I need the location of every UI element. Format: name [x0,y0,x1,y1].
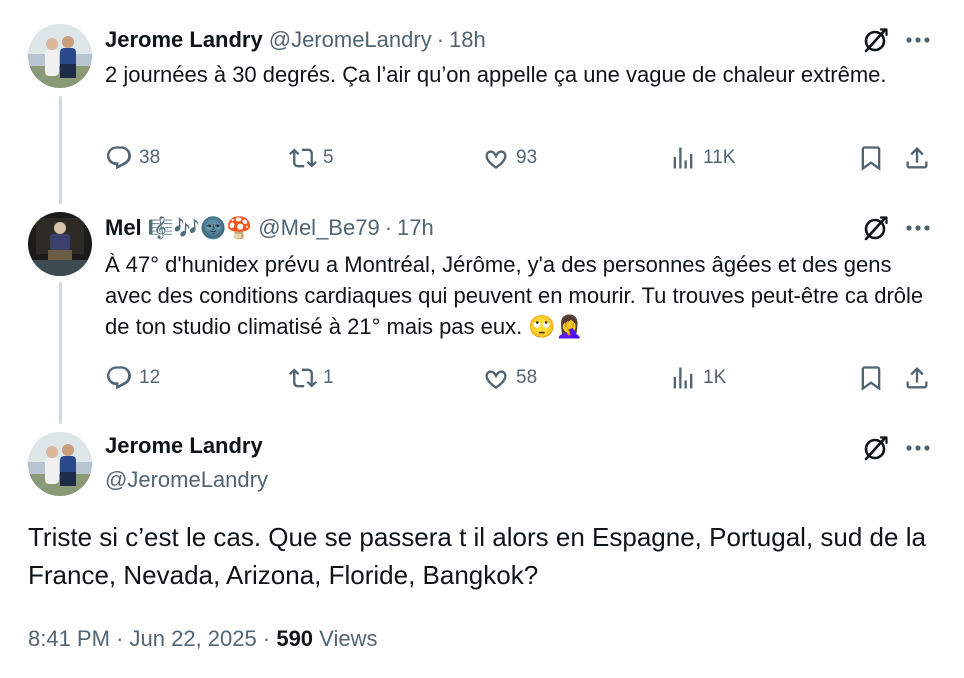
share-icon [903,144,931,172]
thread-connector [59,96,62,204]
views-button[interactable]: 11K [669,142,735,174]
heart-icon [482,364,510,392]
action-bar: 38 5 93 11K [105,142,935,174]
author-handle[interactable]: @Mel_Be79 [258,214,379,242]
repost-button[interactable]: 5 [289,142,334,174]
grok-icon[interactable] [862,214,890,242]
views-icon [669,144,697,172]
repost-button[interactable]: 1 [289,362,334,394]
more-icon[interactable] [903,434,933,462]
repost-count: 5 [323,147,334,168]
separator-dot: · [262,626,271,651]
tweet-header: Mel 🎼🎶🌚🍄 @Mel_Be79 · 17h [105,214,434,242]
grok-icon[interactable] [862,434,890,462]
heart-icon [482,144,510,172]
tweet-time[interactable]: 17h [397,214,434,242]
repost-count: 1 [323,367,334,388]
views-count: 11K [703,147,736,168]
avatar[interactable] [28,24,92,88]
views-icon [669,364,697,392]
repost-icon [289,144,317,172]
bookmark-button[interactable] [857,142,885,174]
author-handle[interactable]: @JeromeLandry [269,26,432,54]
grok-icon[interactable] [862,26,890,54]
like-count: 58 [516,367,538,388]
tweet-text: 2 journées à 30 degrés. Ça l’air qu’on a… [105,62,887,87]
avatar[interactable] [28,432,92,496]
views-button[interactable]: 1K [669,362,726,394]
tweet-time[interactable]: 8:41 PM [28,626,110,651]
author-name[interactable]: Jerome Landry [105,432,263,460]
author-handle[interactable]: @JeromeLandry [105,466,268,494]
reply-icon [105,144,133,172]
more-icon[interactable] [903,214,933,242]
bookmark-icon [857,144,885,172]
reply-icon [105,364,133,392]
more-icon[interactable] [903,26,933,54]
views-count: 1K [703,367,727,388]
bookmark-button[interactable] [857,362,885,394]
author-name[interactable]: Jerome Landry [105,26,263,54]
name-emojis: 🎼🎶🌚🍄 [147,216,253,240]
reply-button[interactable]: 38 [105,142,160,174]
tweet-time[interactable]: 18h [449,26,486,54]
share-button[interactable] [903,142,931,174]
like-button[interactable]: 93 [482,142,537,174]
separator-dot: · [384,215,393,240]
share-icon [903,364,931,392]
repost-icon [289,364,317,392]
tweet-text: À 47° d'hunidex prévu a Montréal, Jérôme… [105,252,924,339]
author-name[interactable]: Mel [105,214,142,242]
thread-connector [59,282,62,424]
reply-count: 12 [139,367,161,388]
like-count: 93 [516,147,538,168]
views-count: 590 [276,626,314,651]
separator-dot: · [116,626,124,651]
action-bar: 12 1 58 1K [105,362,935,394]
views-label: Views [319,626,378,651]
avatar[interactable] [28,212,92,276]
reply-count: 38 [139,147,161,168]
tweet-header: Jerome Landry @JeromeLandry · 18h [105,26,486,54]
separator-dot: · [436,27,445,52]
share-button[interactable] [903,362,931,394]
like-button[interactable]: 58 [482,362,537,394]
tweet-date[interactable]: Jun 22, 2025 [130,626,257,651]
tweet-text: Triste si c’est le cas. Que se passera t… [28,522,926,590]
tweet-meta: 8:41 PM · Jun 22, 2025 · 590 Views [28,624,377,654]
bookmark-icon [857,364,885,392]
reply-button[interactable]: 12 [105,362,160,394]
